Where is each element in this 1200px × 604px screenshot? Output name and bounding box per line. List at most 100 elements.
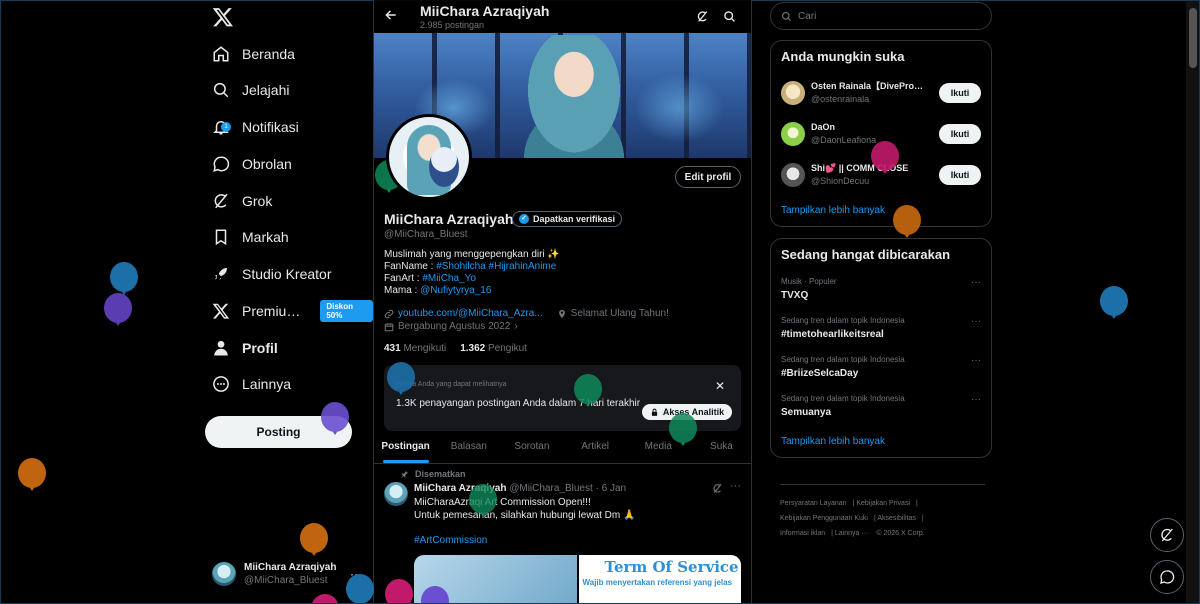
footer-link[interactable]: Aksesibilitas (877, 515, 916, 522)
account-switcher[interactable]: MiiChara Azraqiyah @MiiChara_Bluest ··· (212, 559, 362, 589)
nav-item-notifications[interactable]: 1 Notifikasi (212, 112, 299, 142)
tab-replies[interactable]: Balasan (437, 432, 500, 463)
nav-item-bookmarks[interactable]: Markah (212, 222, 289, 252)
grok-icon[interactable] (712, 483, 723, 494)
follow-button[interactable]: Ikuti (939, 165, 981, 185)
bio-label: Mama : (384, 285, 421, 296)
trend-topic: #BriizeSelcaDay (781, 368, 859, 379)
follow-button[interactable]: Ikuti (939, 124, 981, 144)
followers-link[interactable]: 1.362 Pengikut (460, 343, 527, 354)
notification-badge: 1 (221, 122, 231, 132)
profile-avatar[interactable] (386, 114, 472, 200)
bio-label: FanArt : (384, 273, 423, 284)
post-button[interactable]: Posting (205, 416, 352, 448)
suggested-user-names: DaOn @DaonLeafiona (811, 121, 933, 147)
suggested-user[interactable]: Osten Rainala【DivePro… @ostenrainala Iku… (781, 78, 981, 108)
tab-media[interactable]: Media (627, 432, 690, 463)
nav-item-explore[interactable]: Jelajahi (212, 75, 289, 105)
trend-item[interactable]: Musik · Populer TVXQ ··· (781, 277, 981, 307)
trend-topic: Semuanya (781, 407, 832, 418)
nav-item-home[interactable]: Beranda (212, 39, 295, 69)
grok-icon (214, 193, 228, 209)
trend-item[interactable]: Sedang tren dalam topik Indonesia Semuan… (781, 394, 981, 424)
show-more-link[interactable]: Tampilkan lebih banyak (781, 205, 885, 216)
suggested-user-handle: @DaonLeafiona (811, 135, 877, 145)
trend-item[interactable]: Sedang tren dalam topik Indonesia #Briiz… (781, 355, 981, 385)
suggested-user[interactable]: Shi💕 || COMM CLOSE @ShionDecuu Ikuti (781, 160, 981, 190)
joined-date[interactable]: Bergabung Agustus 2022 › (384, 321, 518, 332)
footer-link[interactable]: Informasi iklan (780, 530, 825, 537)
avatar (781, 163, 805, 187)
messages-floating-button[interactable] (1150, 560, 1184, 594)
tweet-author-handle[interactable]: @MiiChara_Bluest (509, 483, 593, 494)
tweet-author-name[interactable]: MiiChara Azraqiyah (414, 483, 506, 494)
bookmark-icon (215, 229, 227, 246)
bio-line: Muslimah yang menggepengkan diri ✨ (384, 249, 560, 260)
close-icon[interactable]: ✕ (715, 379, 725, 393)
footer-links: Persyaratan Layanan | Kebijakan Privasi | … (780, 500, 925, 537)
trend-item[interactable]: Sedang tren dalam topik Indonesia #timet… (781, 316, 981, 346)
show-more-link[interactable]: Tampilkan lebih banyak (781, 436, 885, 447)
joined-text: Bergabung Agustus 2022 (398, 321, 511, 332)
pinned-tweet[interactable]: Disematkan MiiChara Azraqiyah @MiiChara_… (374, 465, 751, 604)
analytics-button[interactable]: Akses Analitik (642, 404, 732, 420)
bio-label: FanName : (384, 261, 437, 272)
grok-floating-button[interactable] (1150, 518, 1184, 552)
more-icon[interactable]: ··· (971, 394, 981, 405)
footer-link[interactable]: Lainnya ··· (835, 530, 868, 537)
following-link[interactable]: 431 Mengikuti (384, 343, 446, 354)
suggested-user[interactable]: DaOn @DaonLeafiona Ikuti (781, 119, 981, 149)
footer-link[interactable]: Persyaratan Layanan (780, 500, 847, 507)
search-box[interactable] (770, 2, 992, 30)
tab-highlights[interactable]: Sorotan (500, 432, 563, 463)
footer-link[interactable]: Kebijakan Privasi (856, 500, 910, 507)
scrollbar-thumb[interactable] (1189, 8, 1197, 68)
chat-icon (213, 156, 230, 172)
get-verified-button[interactable]: ✓ Dapatkan verifikasi (512, 211, 623, 227)
header-title: MiiChara Azraqiyah (420, 3, 550, 19)
footer-link[interactable]: Kebijakan Penggunaan Kuki (780, 515, 868, 522)
tab-likes[interactable]: Suka (690, 432, 751, 463)
search-input[interactable] (798, 10, 968, 22)
tweet-media[interactable]: Term Of Service Wajib menyertakan refere… (414, 555, 741, 604)
avatar[interactable] (384, 482, 408, 506)
profile-link-text[interactable]: youtube.com/@MiiChara_Azra... (398, 308, 543, 319)
back-arrow-icon[interactable] (384, 8, 398, 22)
tweet-hashtag[interactable]: #ArtCommission (414, 535, 487, 546)
x-icon (212, 303, 230, 319)
nav-item-profile[interactable]: Profil (212, 333, 278, 363)
follow-button[interactable]: Ikuti (939, 83, 981, 103)
search-icon[interactable] (723, 10, 736, 23)
followers-label: Pengikut (488, 343, 527, 354)
suggested-user-names: Shi💕 || COMM CLOSE @ShionDecuu (811, 162, 933, 188)
profile-link[interactable]: youtube.com/@MiiChara_Azra... (384, 308, 543, 319)
nav-item-chat[interactable]: Obrolan (212, 149, 292, 179)
nav-item-grok[interactable]: Grok (212, 186, 272, 216)
tweet-date[interactable]: · 6 Jan (596, 483, 627, 494)
tab-articles[interactable]: Artikel (564, 432, 627, 463)
nav-item-premium[interactable]: Premiu… Diskon 50% (212, 296, 373, 326)
nav-item-creator-studio[interactable]: Studio Kreator (212, 259, 332, 289)
bio-line: FanArt : #MiiCha_Yo (384, 273, 560, 285)
grok-icon (1161, 528, 1173, 542)
grok-icon[interactable] (696, 10, 709, 23)
more-icon[interactable]: ··· (971, 316, 981, 327)
scrollbar[interactable] (1186, 0, 1200, 604)
tab-posts[interactable]: Postingan (374, 432, 437, 463)
media-image[interactable] (414, 555, 577, 604)
who-to-follow-card: Anda mungkin suka Osten Rainala【DivePro…… (770, 40, 992, 227)
more-icon[interactable]: ··· (730, 480, 741, 492)
bio-hashtag-link[interactable]: #MiiCha_Yo (422, 273, 476, 284)
bio-mention-link[interactable]: @Nufiytyrya_16 (420, 285, 491, 296)
bio-hashtag-link[interactable]: #Shohilcha #HijrahinAnime (436, 261, 556, 272)
more-icon[interactable]: ··· (971, 277, 981, 288)
trend-context: Sedang tren dalam topik Indonesia (781, 355, 905, 364)
analytics-text: 1.3K penayangan postingan Anda dalam 7 h… (396, 398, 641, 409)
more-icon[interactable]: ··· (971, 355, 981, 366)
profile-meta: youtube.com/@MiiChara_Azra... Selamat Ul… (384, 308, 669, 319)
edit-profile-button[interactable]: Edit profil (675, 166, 741, 188)
more-icon[interactable]: ··· (350, 567, 362, 581)
media-image[interactable]: Term Of Service Wajib menyertakan refere… (578, 555, 741, 604)
x-logo-icon[interactable] (212, 6, 234, 28)
nav-item-more[interactable]: Lainnya (212, 369, 291, 399)
